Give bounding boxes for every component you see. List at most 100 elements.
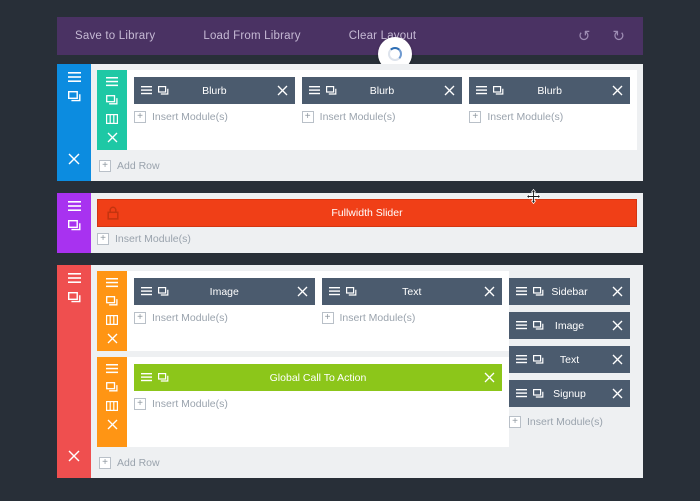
module-settings-icon[interactable] — [141, 373, 152, 382]
module-text[interactable]: Text — [509, 346, 630, 373]
section-settings-icon[interactable] — [68, 72, 81, 83]
module-clone-icon[interactable] — [158, 373, 169, 383]
module-delete-icon[interactable] — [444, 85, 455, 96]
module-text[interactable]: Text — [322, 278, 503, 305]
insert-modules-button[interactable]: + Insert Module(s) — [134, 109, 295, 125]
module-clone-icon[interactable] — [493, 86, 504, 96]
module-clone-icon[interactable] — [158, 287, 169, 297]
insert-modules-button[interactable]: + Insert Module(s) — [97, 227, 637, 247]
section-delete-icon[interactable] — [68, 153, 80, 165]
module-clone-icon[interactable] — [346, 287, 357, 297]
row-settings-icon[interactable] — [106, 278, 118, 288]
module-settings-icon[interactable] — [141, 86, 152, 95]
insert-modules-button[interactable]: + Insert Module(s) — [509, 414, 630, 430]
module-delete-icon[interactable] — [612, 354, 623, 365]
row-2[interactable]: Image + Insert Module(s) — [97, 271, 509, 351]
undo-icon[interactable]: ↺ — [578, 29, 591, 44]
row-clone-icon[interactable] — [106, 382, 118, 393]
module-fullwidth-slider[interactable]: Fullwidth Slider — [97, 199, 637, 227]
plus-icon: + — [322, 312, 334, 324]
insert-modules-button[interactable]: + Insert Module(s) — [302, 109, 463, 125]
plus-icon: + — [134, 111, 146, 123]
module-delete-icon[interactable] — [484, 372, 495, 383]
redo-icon[interactable]: ↻ — [612, 29, 625, 44]
plus-icon: + — [509, 416, 521, 428]
module-clone-icon[interactable] — [533, 389, 544, 399]
module-settings-icon[interactable] — [141, 287, 152, 296]
module-settings-icon[interactable] — [516, 389, 527, 398]
module-signup[interactable]: Signup — [509, 380, 630, 407]
module-clone-icon[interactable] — [533, 287, 544, 297]
section-blue[interactable]: Blurb + Insert Module(s) — [57, 64, 643, 181]
row-settings-icon[interactable] — [106, 364, 118, 374]
row-delete-icon[interactable] — [107, 419, 118, 430]
module-settings-icon[interactable] — [309, 86, 320, 95]
section-red-controls — [57, 265, 91, 478]
section-purple-body: Fullwidth Slider + Insert Module(s) — [91, 193, 643, 253]
column-3: Blurb + Insert Module(s) — [469, 77, 630, 143]
module-delete-icon[interactable] — [612, 320, 623, 331]
module-clone-icon[interactable] — [158, 86, 169, 96]
module-delete-icon[interactable] — [612, 85, 623, 96]
row-columns-icon[interactable] — [106, 401, 118, 411]
module-global-call-to-action[interactable]: Global Call To Action — [134, 364, 502, 391]
module-settings-icon[interactable] — [516, 355, 527, 364]
module-blurb[interactable]: Blurb — [469, 77, 630, 104]
module-clone-icon[interactable] — [326, 86, 337, 96]
module-clone-icon[interactable] — [533, 355, 544, 365]
module-settings-icon[interactable] — [329, 287, 340, 296]
section-clone-icon[interactable] — [68, 220, 81, 232]
add-row-button[interactable]: + Add Row — [97, 156, 637, 175]
add-row-button[interactable]: + Add Row — [97, 453, 637, 472]
module-settings-icon[interactable] — [516, 321, 527, 330]
insert-modules-label: Insert Module(s) — [152, 312, 228, 324]
row-delete-icon[interactable] — [107, 132, 118, 143]
module-delete-icon[interactable] — [277, 85, 288, 96]
section-settings-icon[interactable] — [68, 201, 81, 212]
row-clone-icon[interactable] — [106, 95, 118, 106]
section-red[interactable]: Image + Insert Module(s) — [57, 265, 643, 478]
module-sidebar[interactable]: Sidebar — [509, 278, 630, 305]
insert-modules-label: Insert Module(s) — [487, 111, 563, 123]
module-image[interactable]: Image — [509, 312, 630, 339]
section-blue-controls — [57, 64, 91, 181]
section-settings-icon[interactable] — [68, 273, 81, 284]
module-settings-icon[interactable] — [476, 86, 487, 95]
section-clone-icon[interactable] — [68, 292, 81, 304]
add-row-label: Add Row — [117, 457, 160, 469]
row-settings-icon[interactable] — [106, 77, 118, 87]
plus-icon: + — [134, 398, 146, 410]
module-delete-icon[interactable] — [612, 388, 623, 399]
module-handles — [141, 86, 169, 96]
insert-modules-button[interactable]: + Insert Module(s) — [134, 396, 502, 412]
module-clone-icon[interactable] — [533, 321, 544, 331]
column-1: Blurb + Insert Module(s) — [134, 77, 295, 143]
insert-modules-label: Insert Module(s) — [527, 416, 603, 428]
module-image[interactable]: Image — [134, 278, 315, 305]
section-delete-icon[interactable] — [68, 450, 80, 462]
module-blurb[interactable]: Blurb — [134, 77, 295, 104]
module-delete-icon[interactable] — [297, 286, 308, 297]
module-delete-icon[interactable] — [484, 286, 495, 297]
insert-modules-label: Insert Module(s) — [152, 398, 228, 410]
row-columns-icon[interactable] — [106, 315, 118, 325]
module-handles — [516, 389, 544, 399]
section-purple-fullwidth[interactable]: Fullwidth Slider + Insert Module(s) — [57, 193, 643, 253]
insert-modules-button[interactable]: + Insert Module(s) — [469, 109, 630, 125]
save-to-library-button[interactable]: Save to Library — [75, 30, 155, 42]
load-from-library-button[interactable]: Load From Library — [203, 30, 300, 42]
row-1[interactable]: Blurb + Insert Module(s) — [97, 70, 637, 150]
section-clone-icon[interactable] — [68, 91, 81, 103]
row-clone-icon[interactable] — [106, 296, 118, 307]
column-1: Image + Insert Module(s) — [134, 278, 315, 344]
column-filler — [134, 412, 502, 440]
module-settings-icon[interactable] — [516, 287, 527, 296]
module-handles — [476, 86, 504, 96]
row-columns-icon[interactable] — [106, 114, 118, 124]
row-delete-icon[interactable] — [107, 333, 118, 344]
insert-modules-button[interactable]: + Insert Module(s) — [322, 310, 503, 326]
module-blurb[interactable]: Blurb — [302, 77, 463, 104]
module-delete-icon[interactable] — [612, 286, 623, 297]
insert-modules-button[interactable]: + Insert Module(s) — [134, 310, 315, 326]
row-3[interactable]: Global Call To Action + Insert Module(s) — [97, 357, 509, 447]
